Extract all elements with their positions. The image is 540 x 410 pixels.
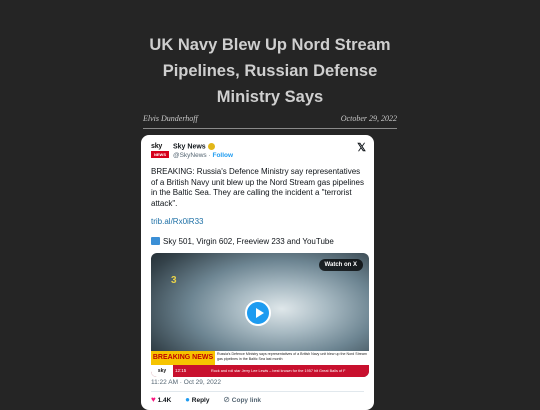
avatar-logo-bottom: NEWS	[151, 151, 169, 158]
tweet-text: BREAKING: Russia's Defence Ministry say …	[151, 167, 364, 208]
follow-button[interactable]: Follow	[212, 152, 233, 159]
tv-channels-line: Sky 501, Virgin 602, Freeview 233 and Yo…	[151, 237, 334, 246]
title-line-3: Ministry Says	[216, 88, 324, 106]
embedded-tweet: sky NEWS Sky News @SkyNews · Follow 𝕏 BR…	[141, 135, 374, 410]
account-handle-row: @SkyNews · Follow	[173, 152, 234, 159]
channel-number-icon: 3	[171, 275, 177, 286]
divider-line	[143, 128, 397, 129]
reply-button[interactable]: ● Reply	[185, 395, 209, 404]
tweet-link[interactable]: trib.al/Rx0iR33	[151, 217, 203, 226]
tweet-actions: ♥ 1.4K ● Reply ⊘ Copy link	[151, 395, 273, 404]
sky-news-avatar[interactable]: sky NEWS	[151, 143, 169, 160]
tv-icon	[151, 237, 160, 245]
heart-icon: ♥	[151, 395, 156, 404]
title-line-1: UK Navy Blew Up Nord Stream	[149, 36, 391, 54]
like-button[interactable]: ♥ 1.4K	[151, 395, 171, 404]
reply-label: Reply	[191, 397, 210, 404]
title-line-2: Pipelines, Russian Defense	[162, 62, 378, 80]
sky-news-logo: sky news	[151, 365, 173, 377]
article-title: UK Navy Blew Up Nord Stream Pipelines, R…	[0, 32, 540, 110]
ticker-headline: Russia's Defence Ministry says represent…	[215, 351, 369, 365]
publish-date: October 29, 2022	[340, 114, 397, 123]
news-ticker: BREAKING NEWS Russia's Defence Ministry …	[151, 351, 369, 377]
x-logo-icon[interactable]: 𝕏	[357, 141, 366, 154]
account-handle[interactable]: @SkyNews	[173, 152, 207, 159]
play-icon[interactable]	[245, 300, 271, 326]
account-name[interactable]: Sky News	[173, 143, 215, 150]
avatar-logo-top: sky	[151, 143, 163, 150]
ticker-scroll-text: Rock and roll star Jerry Lee Lewis – bes…	[211, 369, 346, 373]
breaking-news-label: BREAKING NEWS	[151, 351, 215, 365]
ticker-bottom-bar: sky news 12:15 Rock and roll star Jerry …	[151, 365, 369, 377]
verified-badge-icon	[207, 143, 215, 150]
link-icon: ⊘	[223, 395, 230, 404]
account-name-text: Sky News	[173, 143, 206, 151]
tv-channels-text: Sky 501, Virgin 602, Freeview 233 and Yo…	[163, 237, 334, 246]
ticker-time: 12:15	[175, 368, 187, 373]
video-player[interactable]: 3 Watch on X BREAKING NEWS Russia's Defe…	[151, 253, 369, 377]
copy-link-label: Copy link	[231, 397, 262, 404]
reply-icon: ●	[185, 395, 190, 404]
like-count: 1.4K	[157, 397, 172, 404]
author-name[interactable]: Elvis Dunderhoff	[143, 114, 198, 123]
tweet-timestamp[interactable]: 11:22 AM · Oct 29, 2022	[151, 379, 221, 386]
watch-on-x-button[interactable]: Watch on X	[318, 259, 363, 271]
tweet-divider	[151, 391, 364, 392]
copy-link-button[interactable]: ⊘ Copy link	[223, 395, 261, 404]
